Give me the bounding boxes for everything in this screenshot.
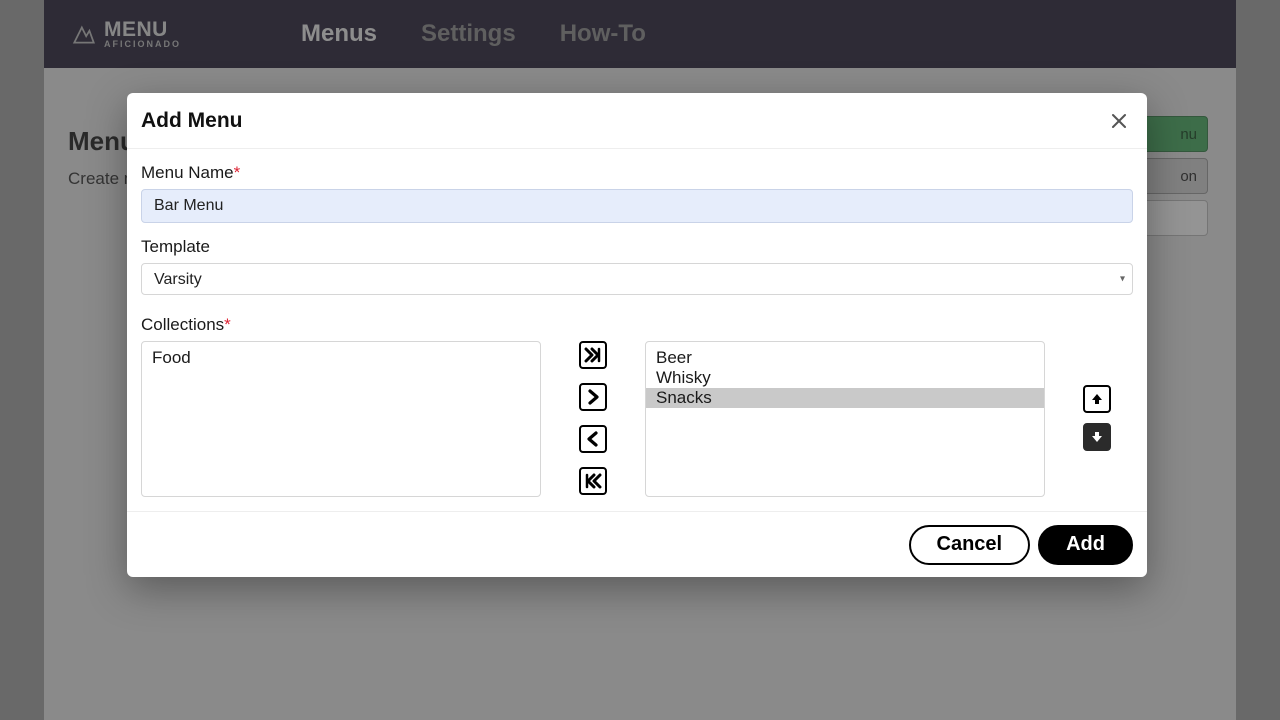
required-marker: * xyxy=(234,163,241,182)
move-left-button[interactable] xyxy=(579,425,607,453)
transfer-controls xyxy=(579,341,607,495)
move-down-button[interactable] xyxy=(1083,423,1111,451)
list-item[interactable]: Whisky xyxy=(646,368,1044,388)
reorder-controls xyxy=(1083,341,1111,451)
collections-selected-list[interactable]: Beer Whisky Snacks xyxy=(645,341,1045,497)
move-all-left-button[interactable] xyxy=(579,467,607,495)
menu-name-input[interactable] xyxy=(141,189,1133,223)
arrow-up-icon xyxy=(1090,392,1104,406)
required-marker: * xyxy=(224,315,231,334)
forward-all-icon xyxy=(584,347,602,363)
move-right-button[interactable] xyxy=(579,383,607,411)
move-up-button[interactable] xyxy=(1083,385,1111,413)
collections-available-list[interactable]: Food xyxy=(141,341,541,497)
add-button[interactable]: Add xyxy=(1038,525,1133,565)
add-menu-modal: Add Menu Menu Name* Template Varsity ▾ C… xyxy=(127,93,1147,577)
backward-all-icon xyxy=(584,473,602,489)
chevron-left-icon xyxy=(586,431,600,447)
list-item[interactable]: Snacks xyxy=(646,388,1044,408)
collections-label: Collections* xyxy=(141,315,1133,335)
list-item[interactable]: Food xyxy=(142,348,540,368)
menu-name-label-text: Menu Name xyxy=(141,163,234,182)
arrow-down-icon xyxy=(1090,430,1104,444)
chevron-right-icon xyxy=(586,389,600,405)
menu-name-label: Menu Name* xyxy=(141,163,1133,183)
template-select[interactable]: Varsity xyxy=(141,263,1133,295)
modal-title: Add Menu xyxy=(141,109,242,133)
list-item[interactable]: Beer xyxy=(646,348,1044,368)
move-all-right-button[interactable] xyxy=(579,341,607,369)
cancel-button[interactable]: Cancel xyxy=(909,525,1031,565)
collections-label-text: Collections xyxy=(141,315,224,334)
template-label: Template xyxy=(141,237,1133,257)
close-button[interactable] xyxy=(1105,107,1133,135)
close-icon xyxy=(1109,111,1129,131)
